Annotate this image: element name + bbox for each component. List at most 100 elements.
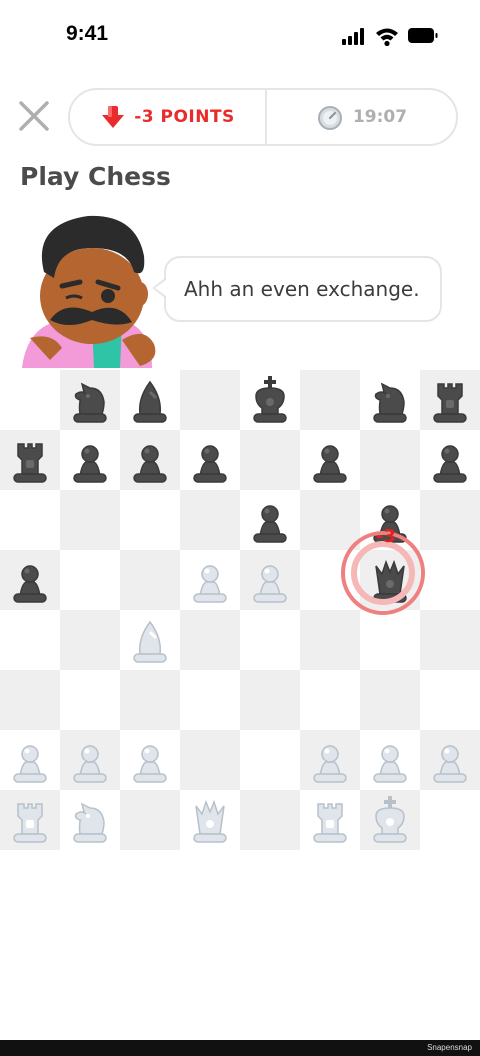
board-square[interactable]	[60, 370, 120, 430]
black-rook-icon[interactable]	[0, 430, 60, 490]
white-pawn-icon[interactable]	[0, 730, 60, 790]
board-square[interactable]	[0, 730, 60, 790]
board-square[interactable]	[0, 370, 60, 430]
timer-label: 19:07	[352, 107, 408, 127]
wifi-icon	[376, 28, 398, 46]
board-square[interactable]	[60, 730, 120, 790]
board-square[interactable]	[180, 670, 240, 730]
black-bishop-icon[interactable]	[120, 370, 180, 430]
page-title: Play Chess	[20, 162, 171, 191]
board-square[interactable]	[120, 670, 180, 730]
white-knight-icon[interactable]	[60, 790, 120, 850]
board-square[interactable]	[60, 610, 120, 670]
board-square[interactable]	[120, 490, 180, 550]
board-square[interactable]	[360, 370, 420, 430]
board-square[interactable]	[300, 610, 360, 670]
white-pawn-icon[interactable]	[60, 730, 120, 790]
black-pawn-icon[interactable]	[120, 430, 180, 490]
black-pawn-icon[interactable]	[0, 550, 60, 610]
board-square[interactable]	[240, 730, 300, 790]
board-square[interactable]	[180, 490, 240, 550]
character-avatar	[22, 215, 156, 368]
board-square[interactable]	[60, 430, 120, 490]
white-queen-icon[interactable]	[180, 790, 240, 850]
white-pawn-icon[interactable]	[300, 730, 360, 790]
board-square[interactable]	[240, 370, 300, 430]
board-square[interactable]	[240, 550, 300, 610]
capture-penalty: -3	[376, 526, 396, 547]
board-square[interactable]	[240, 610, 300, 670]
white-pawn-icon[interactable]	[420, 730, 480, 790]
board-square[interactable]	[420, 490, 480, 550]
board-square[interactable]	[420, 670, 480, 730]
board-square[interactable]	[420, 730, 480, 790]
board-square[interactable]	[0, 550, 60, 610]
speech-text: Ahh an even exchange.	[184, 277, 420, 301]
board-square[interactable]	[0, 490, 60, 550]
white-pawn-icon[interactable]	[120, 730, 180, 790]
board-square[interactable]	[120, 550, 180, 610]
white-pawn-icon[interactable]	[240, 550, 300, 610]
white-bishop-icon[interactable]	[120, 610, 180, 670]
board-square[interactable]	[240, 790, 300, 850]
board-square[interactable]	[360, 430, 420, 490]
board-square[interactable]	[420, 550, 480, 610]
board-square[interactable]	[240, 670, 300, 730]
white-rook-icon[interactable]	[300, 790, 360, 850]
board-square[interactable]	[120, 610, 180, 670]
board-square[interactable]	[120, 370, 180, 430]
black-knight-icon[interactable]	[60, 370, 120, 430]
board-square[interactable]	[180, 430, 240, 490]
board-square[interactable]	[180, 550, 240, 610]
board-square[interactable]	[0, 430, 60, 490]
board-square[interactable]	[180, 610, 240, 670]
bottom-bar	[0, 1040, 480, 1056]
black-pawn-icon[interactable]	[60, 430, 120, 490]
board-square[interactable]	[420, 610, 480, 670]
board-square[interactable]	[420, 430, 480, 490]
board-square[interactable]	[0, 790, 60, 850]
timer-indicator: 19:07	[267, 90, 457, 144]
board-square[interactable]	[420, 370, 480, 430]
board-square[interactable]	[180, 370, 240, 430]
black-pawn-icon[interactable]	[420, 430, 480, 490]
white-pawn-icon[interactable]	[180, 550, 240, 610]
board-square[interactable]	[120, 730, 180, 790]
board-square[interactable]	[60, 790, 120, 850]
board-square[interactable]	[300, 430, 360, 490]
board-square[interactable]	[300, 670, 360, 730]
board-square[interactable]	[120, 790, 180, 850]
white-rook-icon[interactable]	[0, 790, 60, 850]
black-knight-icon[interactable]	[360, 370, 420, 430]
board-square[interactable]	[240, 430, 300, 490]
board-square[interactable]	[180, 790, 240, 850]
board-square[interactable]	[300, 790, 360, 850]
board-square[interactable]	[60, 550, 120, 610]
board-square[interactable]	[60, 490, 120, 550]
board-square[interactable]	[240, 490, 300, 550]
status-pill: -3 POINTS 19:07	[68, 88, 458, 146]
board-square[interactable]	[360, 730, 420, 790]
black-pawn-icon[interactable]	[300, 430, 360, 490]
close-icon[interactable]	[16, 98, 52, 134]
status-bar: 9:41	[0, 0, 480, 70]
board-square[interactable]	[360, 670, 420, 730]
white-pawn-icon[interactable]	[360, 730, 420, 790]
board-square[interactable]	[420, 790, 480, 850]
black-king-icon[interactable]	[240, 370, 300, 430]
black-rook-icon[interactable]	[420, 370, 480, 430]
board-square[interactable]	[0, 610, 60, 670]
board-square[interactable]	[60, 670, 120, 730]
board-square[interactable]	[300, 730, 360, 790]
board-square[interactable]	[120, 430, 180, 490]
white-king-icon[interactable]	[360, 790, 420, 850]
board-square[interactable]	[360, 610, 420, 670]
board-square[interactable]	[180, 730, 240, 790]
board-square[interactable]	[360, 790, 420, 850]
black-pawn-icon[interactable]	[240, 490, 300, 550]
board-square[interactable]	[300, 370, 360, 430]
board-square[interactable]	[300, 490, 360, 550]
watermark: Snapensnap	[427, 1043, 472, 1052]
board-square[interactable]	[0, 670, 60, 730]
black-pawn-icon[interactable]	[180, 430, 240, 490]
